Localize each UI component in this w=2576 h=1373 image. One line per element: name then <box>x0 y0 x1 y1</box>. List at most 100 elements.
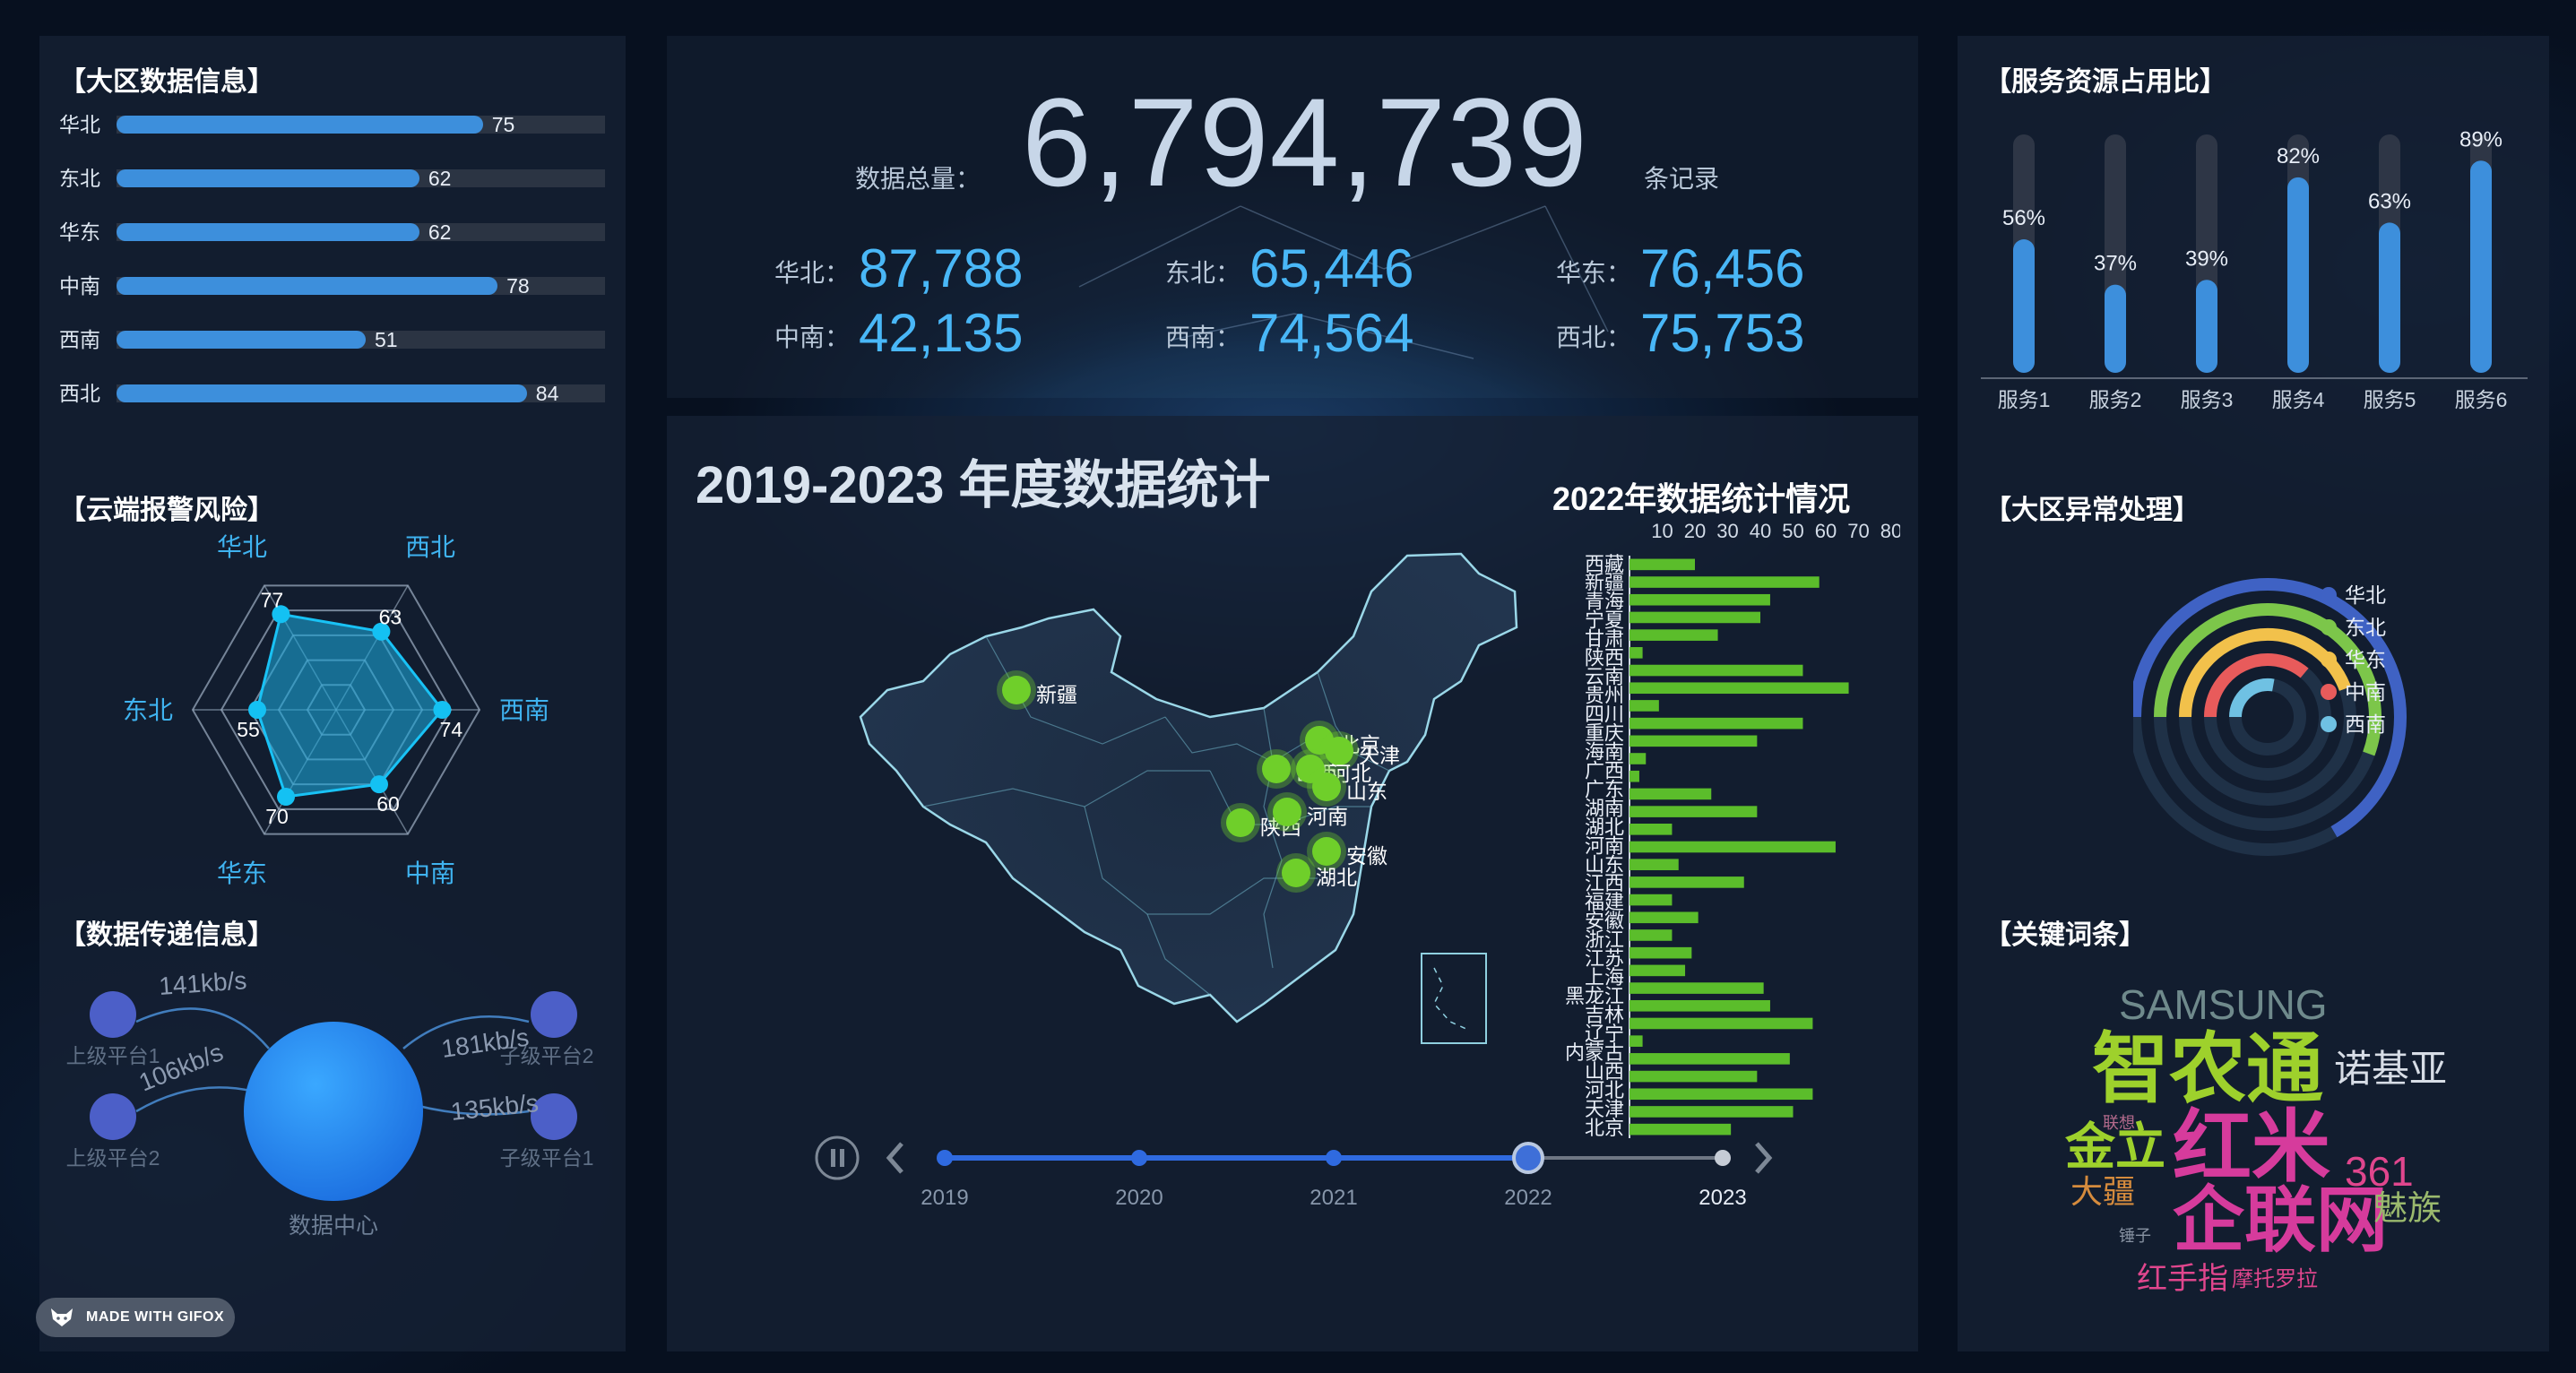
legend-label: 东北 <box>2345 616 2386 639</box>
timeline-year-label: 2022 <box>1504 1186 1552 1210</box>
region-bar-track <box>117 116 605 134</box>
anomaly-chart: 华北东北华东中南西南 <box>2133 578 2407 856</box>
service-bar <box>2196 280 2217 373</box>
timeline-node[interactable] <box>1131 1150 1147 1166</box>
service-percent-label: 89% <box>2459 127 2503 151</box>
service-percent-label: 39% <box>2185 246 2228 271</box>
total-unit: 条记录 <box>1644 165 1720 193</box>
service-chart: 56% 服务1 37% 服务2 39% 服务3 82% 服务4 63% 服务5 89% 服务6 <box>1981 127 2528 411</box>
radar-chart: 华北 西北西南中南 华东 东北 77 63 74 60 70 55 <box>123 533 549 887</box>
platform-label: 子级平台1 <box>500 1146 594 1170</box>
legend-label: 西南 <box>2345 712 2386 736</box>
radar-axis-label: 华东 <box>217 859 267 887</box>
timeline-node[interactable] <box>937 1150 953 1166</box>
legend-swatch <box>2321 684 2337 700</box>
radar-point <box>433 701 452 719</box>
x-tick-label: 10 <box>1651 520 1673 542</box>
region-bar-track <box>117 384 605 402</box>
map-point-label: 河南 <box>1307 805 1348 828</box>
region-bar-fill <box>117 331 366 349</box>
keyword[interactable]: 诺基亚 <box>2334 1050 2447 1088</box>
radar-value-label: 70 <box>265 805 289 828</box>
timeline-node[interactable] <box>1715 1150 1731 1166</box>
keyword[interactable]: 大疆 <box>2070 1176 2135 1208</box>
x-tick-label: 40 <box>1750 520 1771 542</box>
legend-label: 中南 <box>2345 680 2386 704</box>
region-bar-fill <box>117 277 498 295</box>
data-center-label: 数据中心 <box>289 1213 378 1239</box>
region-bar-label: 华东 <box>59 220 100 244</box>
region-bar-row: 西北 84 <box>56 380 611 407</box>
pause-icon <box>840 1149 844 1167</box>
bar <box>1629 735 1758 747</box>
bar <box>1629 894 1673 906</box>
legend-swatch <box>2321 587 2337 603</box>
bar <box>1629 964 1686 977</box>
bar <box>1629 647 1643 659</box>
region-bar-row: 东北 62 <box>56 165 611 192</box>
keyword[interactable]: 摩托罗拉 <box>2232 1269 2318 1291</box>
bar <box>1629 859 1679 870</box>
service-bar <box>2379 222 2400 373</box>
region-bar-row: 西南 51 <box>56 326 611 353</box>
bar <box>1629 929 1673 941</box>
region-bar-value: 75 <box>491 113 515 136</box>
keyword[interactable]: 红手指 <box>2137 1264 2228 1294</box>
legend-swatch <box>2321 652 2337 668</box>
data-center-node <box>244 1022 423 1201</box>
region-bar-label: 中南 <box>59 274 100 298</box>
radar-point <box>277 787 295 806</box>
radar-value-label: 60 <box>376 792 400 816</box>
region-bar-track <box>117 169 605 187</box>
bar <box>1629 824 1673 835</box>
next-arrow-icon[interactable] <box>1755 1142 1773 1174</box>
timeline-year-label: 2019 <box>921 1186 968 1210</box>
bar <box>1629 982 1764 994</box>
keyword[interactable]: 联想 <box>2103 1115 2135 1131</box>
bar <box>1629 876 1744 888</box>
bar <box>1629 576 1820 588</box>
timeline[interactable]: 2019 2020 2021 2022 2023 <box>807 1120 1793 1219</box>
pause-button[interactable] <box>815 1136 860 1180</box>
fox-icon <box>51 1308 73 1326</box>
bar <box>1629 806 1758 817</box>
x-tick-label: 80 <box>1880 520 1900 542</box>
radar-value-label: 74 <box>440 718 463 741</box>
region-bar-value: 62 <box>428 167 452 190</box>
x-tick-label: 20 <box>1684 520 1706 542</box>
gifox-badge[interactable]: MADE WITH GIFOX <box>36 1298 235 1337</box>
keyword[interactable]: 红米 <box>2173 1108 2330 1187</box>
bar <box>1629 1017 1813 1030</box>
platform-label: 上级平台1 <box>66 1044 160 1067</box>
radar-series-area <box>255 612 445 799</box>
bar <box>1629 753 1647 764</box>
service-percent-label: 63% <box>2368 189 2411 213</box>
keyword[interactable]: 企联网 <box>2173 1185 2388 1256</box>
bar <box>1629 629 1718 641</box>
keyword[interactable]: 智农通 <box>2092 1031 2323 1108</box>
region-bar-value: 84 <box>535 382 559 405</box>
prev-arrow-icon[interactable] <box>886 1142 903 1174</box>
radar-axis-label: 西南 <box>499 696 549 724</box>
timeline-node-selected[interactable] <box>1512 1142 1544 1174</box>
service-bar <box>2287 177 2309 373</box>
timeline-year-label: 2020 <box>1115 1186 1163 1210</box>
service-bar <box>2470 160 2492 373</box>
keyword[interactable]: 锤子 <box>2119 1228 2151 1244</box>
x-tick-label: 60 <box>1815 520 1837 542</box>
region-total-label: 中南： <box>774 324 851 351</box>
pause-button-ring[interactable] <box>815 1136 860 1180</box>
radar-point <box>370 775 388 794</box>
keyword[interactable]: 魅族 <box>2373 1192 2442 1226</box>
timeline-node[interactable] <box>1326 1150 1342 1166</box>
map-point <box>1226 808 1255 837</box>
bar <box>1629 664 1803 677</box>
region-bar-row: 华北 75 <box>56 111 611 138</box>
service-name-label: 服务4 <box>2272 388 2325 411</box>
region-bar-value: 78 <box>506 274 530 298</box>
region-bar-label: 东北 <box>59 167 100 190</box>
region-bar-fill <box>117 116 483 134</box>
map-point <box>1002 676 1031 704</box>
keyword[interactable]: SAMSUNG <box>2119 984 2328 1025</box>
bar <box>1629 558 1695 571</box>
